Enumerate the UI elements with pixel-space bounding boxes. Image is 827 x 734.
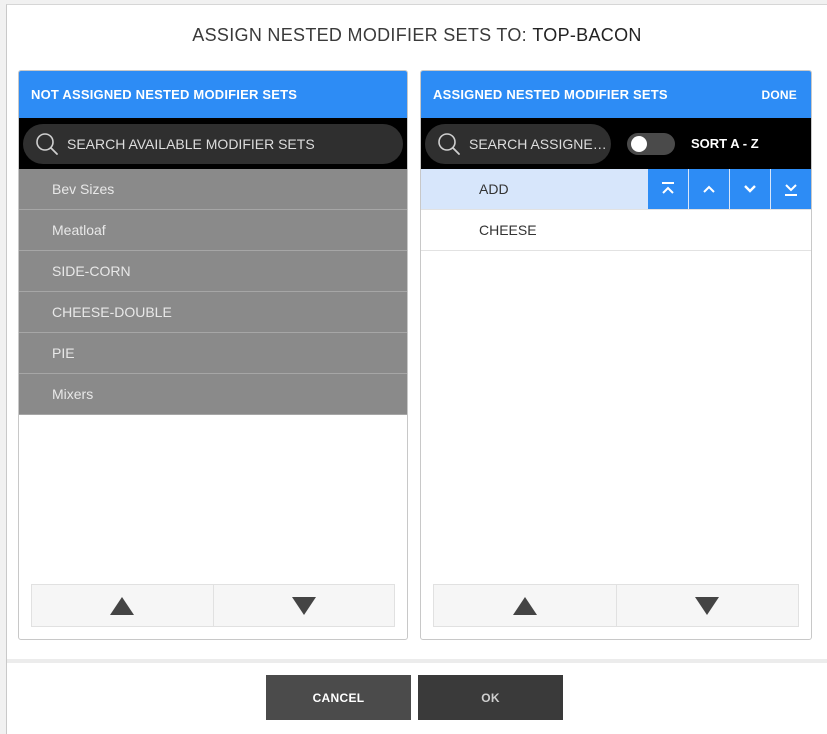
footer-divider: [7, 659, 827, 663]
triangle-up-icon: [110, 596, 135, 615]
list-item-label: ADD: [479, 181, 509, 197]
not-assigned-header: NOT ASSIGNED NESTED MODIFIER SETS: [19, 71, 407, 118]
available-scroll-down-button[interactable]: [212, 585, 394, 626]
move-up-button[interactable]: [688, 169, 729, 209]
move-down-button[interactable]: [729, 169, 770, 209]
assign-dialog: ASSIGN NESTED MODIFIER SETS TO: TOP-BACO…: [6, 4, 827, 734]
assigned-scroll-up-button[interactable]: [434, 585, 616, 626]
list-item-label: SIDE-CORN: [52, 263, 131, 279]
list-item-label: Meatloaf: [52, 222, 106, 238]
dialog-title-prefix: ASSIGN NESTED MODIFIER SETS TO:: [192, 25, 527, 45]
assigned-scroll-down-button[interactable]: [615, 585, 798, 626]
list-item[interactable]: Meatloaf: [19, 210, 407, 251]
available-search-input[interactable]: SEARCH AVAILABLE MODIFIER SETS: [23, 123, 403, 164]
assigned-panel: ASSIGNED NESTED MODIFIER SETS DONE SEARC…: [420, 70, 812, 640]
available-list: Bev Sizes Meatloaf SIDE-CORN CHEESE-DOUB…: [19, 169, 407, 415]
not-assigned-panel: NOT ASSIGNED NESTED MODIFIER SETS SEARCH…: [18, 70, 408, 640]
list-item-label: Mixers: [52, 386, 94, 402]
available-pager: [31, 584, 395, 627]
assigned-list: ADD CHEESE: [421, 169, 811, 251]
assigned-header-label: ASSIGNED NESTED MODIFIER SETS: [433, 87, 668, 102]
search-icon: [36, 132, 58, 155]
move-to-bottom-button[interactable]: [770, 169, 811, 209]
list-item-label: CHEESE: [479, 222, 537, 238]
triangle-up-icon: [512, 596, 537, 615]
list-item[interactable]: SIDE-CORN: [19, 251, 407, 292]
assigned-search-bar: SEARCH ASSIGNED... SORT A - Z: [421, 118, 811, 169]
list-item[interactable]: CHEESE-DOUBLE: [19, 292, 407, 333]
assigned-header: ASSIGNED NESTED MODIFIER SETS DONE: [421, 71, 811, 118]
list-item-label: PIE: [52, 345, 75, 361]
search-icon: [438, 132, 460, 155]
available-scroll-up-button[interactable]: [32, 585, 213, 626]
sort-toggle[interactable]: [627, 132, 675, 155]
move-to-top-button[interactable]: [647, 169, 688, 209]
table-row[interactable]: CHEESE: [421, 210, 811, 251]
dialog-title-target: TOP-BACON: [532, 25, 642, 45]
list-item-label: CHEESE-DOUBLE: [52, 304, 172, 320]
available-search-placeholder: SEARCH AVAILABLE MODIFIER SETS: [67, 135, 315, 152]
available-search-bar: SEARCH AVAILABLE MODIFIER SETS: [19, 118, 407, 169]
move-to-top-icon: [662, 182, 674, 194]
assigned-search-placeholder: SEARCH ASSIGNED...: [469, 135, 611, 152]
list-item[interactable]: Bev Sizes: [19, 169, 407, 210]
chevron-down-icon: [744, 185, 756, 193]
not-assigned-header-label: NOT ASSIGNED NESTED MODIFIER SETS: [31, 87, 298, 102]
sort-label: SORT A - Z: [691, 136, 759, 151]
ok-button[interactable]: OK: [418, 675, 563, 720]
table-row[interactable]: ADD: [421, 169, 811, 210]
triangle-down-icon: [291, 596, 316, 615]
cancel-button[interactable]: CANCEL: [266, 675, 411, 720]
triangle-down-icon: [695, 596, 720, 615]
done-button[interactable]: DONE: [762, 88, 797, 102]
dialog-title: ASSIGN NESTED MODIFIER SETS TO: TOP-BACO…: [7, 25, 827, 46]
list-item[interactable]: Mixers: [19, 374, 407, 415]
move-to-bottom-icon: [785, 184, 797, 196]
assigned-pager: [433, 584, 799, 627]
list-item-label: Bev Sizes: [52, 181, 115, 197]
row-move-controls: [647, 169, 811, 209]
assigned-search-input[interactable]: SEARCH ASSIGNED...: [425, 123, 611, 164]
list-item[interactable]: PIE: [19, 333, 407, 374]
sort-toggle-knob: [631, 135, 647, 152]
chevron-up-icon: [703, 185, 715, 193]
